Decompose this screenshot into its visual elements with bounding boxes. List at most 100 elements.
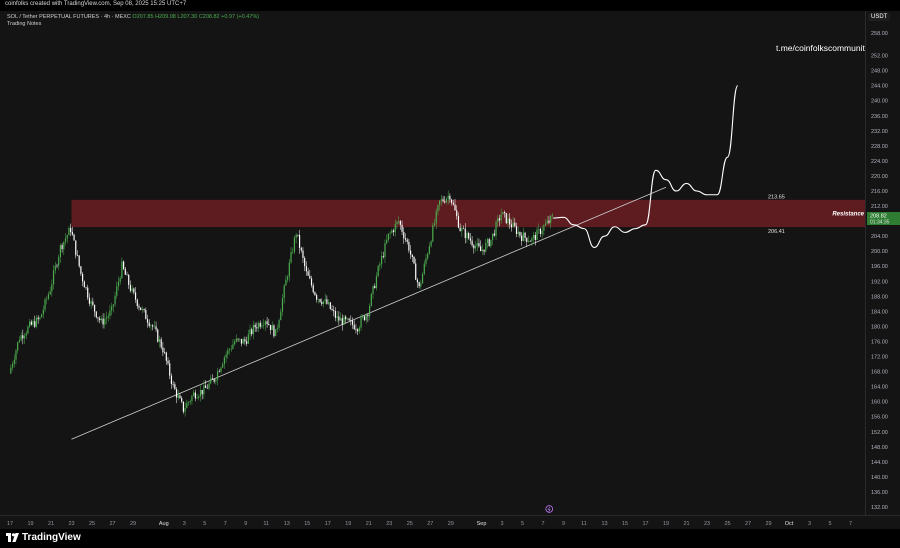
candle-body bbox=[420, 283, 422, 287]
candle-body bbox=[334, 311, 337, 318]
price-axis[interactable]: 258.00 252.00 248.00 244.00 240.00 236.00 232.… bbox=[866, 11, 900, 515]
candle-body bbox=[421, 273, 424, 284]
candle-body bbox=[100, 318, 102, 321]
candle-body bbox=[186, 403, 188, 409]
price-tick-label: 168.00 bbox=[871, 370, 888, 376]
candle-body bbox=[208, 383, 210, 389]
candle-body bbox=[527, 241, 530, 242]
time-tick-label: 7 bbox=[541, 521, 544, 527]
price-tick-label: 132.00 bbox=[871, 505, 888, 511]
candle-body bbox=[216, 371, 219, 380]
candle-body bbox=[114, 295, 116, 305]
candle-body bbox=[246, 341, 248, 344]
candle-body bbox=[266, 321, 268, 324]
candle-body bbox=[358, 327, 360, 332]
candle-body bbox=[459, 227, 461, 231]
candle-body bbox=[271, 325, 273, 331]
candle-body bbox=[343, 316, 345, 325]
time-tick-label: 27 bbox=[745, 521, 751, 527]
candle-body bbox=[367, 314, 369, 317]
candle-body bbox=[451, 199, 453, 203]
candle-body bbox=[418, 282, 420, 287]
candle-body bbox=[206, 387, 208, 389]
candle-body bbox=[473, 245, 475, 249]
lightning-icon bbox=[547, 506, 551, 512]
candle-body bbox=[544, 223, 547, 226]
candle-body bbox=[510, 224, 512, 228]
price-scale[interactable]: 258.00 252.00 248.00 244.00 240.00 236.00 232.… bbox=[865, 11, 900, 515]
candle-body bbox=[474, 245, 477, 249]
candle-body bbox=[234, 341, 236, 345]
candle-body bbox=[68, 227, 70, 236]
candle-body bbox=[254, 324, 256, 328]
candle-body bbox=[237, 338, 239, 340]
candle-body bbox=[322, 301, 325, 305]
resistance-zone[interactable] bbox=[71, 199, 866, 228]
candle-body bbox=[189, 401, 191, 403]
candle-body bbox=[198, 396, 200, 398]
candle-body bbox=[138, 306, 140, 308]
footer: TradingView bbox=[0, 529, 900, 548]
candle-body bbox=[410, 250, 412, 255]
candle-body bbox=[476, 243, 478, 246]
candle-body bbox=[287, 276, 289, 280]
price-tick-label: 192.00 bbox=[871, 279, 888, 285]
candle-body bbox=[307, 271, 309, 276]
candle-body bbox=[104, 318, 106, 325]
candle-body bbox=[292, 251, 294, 253]
time-tick-label: 15 bbox=[304, 521, 310, 527]
candle-body bbox=[295, 234, 297, 238]
candle-body bbox=[415, 263, 417, 280]
candle-body bbox=[442, 199, 444, 202]
candle-body bbox=[92, 301, 94, 305]
candle-body bbox=[99, 318, 101, 321]
time-tick-label: 21 bbox=[366, 521, 372, 527]
candle-body bbox=[18, 340, 20, 343]
candle-body bbox=[131, 288, 133, 291]
candle-body bbox=[261, 325, 263, 327]
candle-body bbox=[526, 237, 528, 242]
candle-body bbox=[230, 348, 232, 350]
candle-body bbox=[480, 246, 482, 252]
price-tick-label: 228.00 bbox=[871, 144, 888, 150]
time-axis-labels[interactable]: 17 19 21 23 25 27 29 Aug 3 5 7 9 11 13 15 17 19 21 23 25 27 2… bbox=[0, 516, 865, 530]
candle-body bbox=[454, 204, 456, 211]
candle-body bbox=[333, 310, 335, 312]
attribution-text: coinfolks created with TradingView.com, … bbox=[5, 1, 187, 7]
price-tick-label: 224.00 bbox=[871, 159, 888, 165]
time-tick-label: 17 bbox=[7, 521, 13, 527]
candle-body bbox=[503, 212, 506, 214]
price-plot[interactable]: 213.65 206.41 Resistance bbox=[0, 11, 865, 515]
candle-body bbox=[177, 395, 179, 398]
candle-body bbox=[247, 334, 249, 344]
candle-body bbox=[283, 285, 285, 299]
candle-body bbox=[273, 325, 275, 337]
candle-body bbox=[314, 292, 316, 296]
candle-body bbox=[275, 329, 277, 337]
candle-body bbox=[363, 316, 366, 321]
candle-body bbox=[158, 339, 161, 342]
candle-body bbox=[134, 292, 137, 300]
currency-badge[interactable]: USDT bbox=[868, 13, 891, 21]
candle-body bbox=[181, 398, 183, 402]
time-tick-label: 9 bbox=[562, 521, 565, 527]
time-tick-label: 21 bbox=[48, 521, 54, 527]
candle-body bbox=[66, 235, 68, 239]
time-axis[interactable]: 17 19 21 23 25 27 29 Aug 3 5 7 9 11 13 15 17 19 21 23 25 27 2… bbox=[0, 515, 900, 530]
candle-body bbox=[469, 238, 471, 241]
candle-body bbox=[319, 299, 321, 303]
candle-body bbox=[437, 205, 439, 212]
candle-body bbox=[194, 392, 196, 399]
candle-body bbox=[302, 250, 304, 258]
candle-body bbox=[239, 338, 241, 340]
price-tick-label: 144.00 bbox=[871, 460, 888, 466]
price-tick-label: 140.00 bbox=[871, 475, 888, 481]
candle-body bbox=[264, 321, 266, 326]
candle-body bbox=[129, 284, 132, 291]
candle-body bbox=[430, 241, 432, 247]
candle-body bbox=[54, 265, 56, 271]
candle-body bbox=[211, 378, 214, 380]
time-tick-label: 13 bbox=[601, 521, 607, 527]
candle-body bbox=[362, 316, 364, 318]
chart-area[interactable]: SOL / Tether PERPETUAL FUTURES · 4h · ME… bbox=[0, 11, 869, 515]
